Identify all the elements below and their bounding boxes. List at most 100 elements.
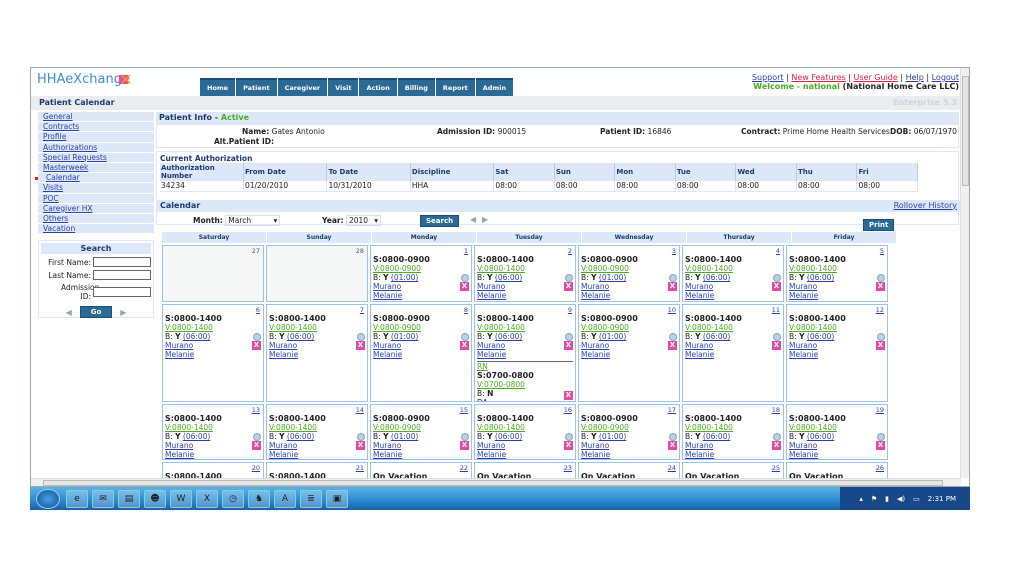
visit-time-link[interactable]: V:0800-1400 (685, 323, 781, 332)
calendar-day-cell[interactable]: 5 S:0800-1400 V:0800-1400 B: Y (06:00) Muran… (786, 245, 888, 302)
delete-visit-icon[interactable]: X (772, 441, 781, 450)
duration-link[interactable]: (06:00) (287, 432, 314, 441)
power-icon[interactable]: ▮ (885, 495, 889, 503)
print-button[interactable]: Print (863, 218, 895, 231)
day-number-link[interactable]: 12 (876, 306, 884, 314)
nav-action[interactable]: Action (359, 78, 397, 96)
caregiver-link[interactable]: Murano (789, 441, 885, 450)
caregiver-link[interactable]: Melanie (581, 291, 677, 300)
flag-icon[interactable]: ⚑ (871, 495, 877, 503)
caregiver-link[interactable]: Murano (685, 441, 781, 450)
calendar-day-cell[interactable]: 14 S:0800-1400 V:0800-1400 B: Y (06:00) Mura… (266, 404, 368, 460)
day-number-link[interactable]: 22 (460, 464, 468, 472)
delete-visit-icon[interactable]: X (356, 341, 365, 350)
caregiver-link[interactable]: Melanie (789, 291, 885, 300)
day-number-link[interactable]: 13 (252, 406, 260, 414)
day-number-link[interactable]: 14 (356, 406, 364, 414)
day-number-link[interactable]: 6 (256, 306, 260, 314)
taskbar-excel-button[interactable]: X (196, 489, 218, 508)
sidebar-item-masterweek[interactable]: Masterweek (38, 162, 154, 174)
duration-link[interactable]: (06:00) (703, 432, 730, 441)
visit-time-link[interactable]: V:0800-1400 (477, 264, 573, 273)
day-number-link[interactable]: 25 (772, 464, 780, 472)
caregiver-link[interactable]: Murano (477, 282, 573, 291)
logout-link[interactable]: Logout (932, 73, 959, 82)
caregiver-link[interactable]: Murano (477, 441, 573, 450)
note-icon[interactable] (253, 433, 261, 441)
duration-link[interactable]: (01:00) (599, 432, 626, 441)
caregiver-link[interactable]: Melanie (477, 450, 573, 459)
delete-visit-icon[interactable]: X (356, 441, 365, 450)
delete-visit-icon[interactable]: X (564, 282, 573, 291)
visit-time-link[interactable]: V:0800-1400 (165, 423, 261, 432)
duration-link[interactable]: (06:00) (703, 273, 730, 282)
delete-visit-icon[interactable]: X (772, 341, 781, 350)
day-number-link[interactable]: 5 (880, 247, 884, 255)
calendar-day-cell[interactable]: 16 S:0800-1400 V:0800-1400 B: Y (06:00) Mura… (474, 404, 576, 460)
sidebar-item-label[interactable]: Authorizations (43, 143, 97, 152)
delete-visit-icon[interactable]: X (668, 282, 677, 291)
calendar-day-cell[interactable]: 4 S:0800-1400 V:0800-1400 B: Y (06:00) Muran… (682, 245, 784, 302)
first-name-input[interactable] (93, 257, 151, 268)
note-icon[interactable] (461, 274, 469, 282)
day-number-link[interactable]: 2 (568, 247, 572, 255)
duration-link[interactable]: (06:00) (183, 432, 210, 441)
delete-visit-icon[interactable]: X (668, 441, 677, 450)
taskbar-messenger-button[interactable]: ☻ (144, 489, 166, 508)
taskbar-aim-button[interactable]: ♞ (248, 489, 270, 508)
nav-home[interactable]: Home (200, 78, 236, 96)
note-icon[interactable] (357, 333, 365, 341)
next-arrow-icon[interactable]: ▶ (120, 308, 126, 317)
support-link[interactable]: Support (752, 73, 784, 82)
duration-link[interactable]: (01:00) (391, 332, 418, 341)
caregiver-link[interactable]: Murano (269, 341, 365, 350)
sidebar-item-profile[interactable]: Profile (38, 132, 154, 143)
delete-visit-icon[interactable]: X (564, 391, 573, 400)
visit-time-link[interactable]: V:0800-1400 (165, 323, 261, 332)
go-button[interactable]: Go (79, 306, 113, 319)
caregiver-link[interactable]: Murano (477, 341, 573, 350)
visit-time-link[interactable]: V:0800-0900 (373, 264, 469, 273)
caregiver-link[interactable]: Melanie (373, 450, 469, 459)
horizontal-scrollbar[interactable] (31, 478, 961, 486)
caregiver-link[interactable]: Melanie (789, 350, 885, 359)
duration-link[interactable]: (01:00) (391, 273, 418, 282)
day-number-link[interactable]: 16 (564, 406, 572, 414)
caregiver-link[interactable]: Melanie (685, 450, 781, 459)
day-number-link[interactable]: 18 (772, 406, 780, 414)
prev-month-icon[interactable]: ◀ (470, 215, 476, 224)
day-number-link[interactable]: 10 (668, 306, 676, 314)
duration-link[interactable]: (06:00) (703, 332, 730, 341)
taskbar-word-button[interactable]: W (170, 489, 192, 508)
sidebar-item-authorizations[interactable]: Authorizations (38, 142, 154, 153)
caregiver-link[interactable]: Murano (685, 282, 781, 291)
sidebar-item-caregiver-hx[interactable]: Caregiver HX (38, 203, 154, 214)
day-number-link[interactable]: 24 (668, 464, 676, 472)
new-features-link[interactable]: New Features (791, 73, 845, 82)
sidebar-item-special-requests[interactable]: Special Requests (38, 152, 154, 163)
caregiver-link[interactable]: Melanie (477, 350, 573, 359)
duration-link[interactable]: (06:00) (495, 273, 522, 282)
sidebar-item-label[interactable]: Special Requests (43, 153, 107, 162)
note-icon[interactable] (773, 333, 781, 341)
sidebar-item-contracts[interactable]: Contracts (38, 122, 154, 133)
calendar-day-cell[interactable]: 9 S:0800-1400 V:0800-1400 B: Y (06:00) Muran… (474, 304, 576, 402)
day-number-link[interactable]: 8 (464, 306, 468, 314)
month-select[interactable]: March ▾ (225, 214, 281, 226)
nav-report[interactable]: Report (435, 78, 475, 96)
day-number-link[interactable]: 28 (356, 247, 364, 255)
sidebar-item-label[interactable]: Visits (43, 183, 63, 192)
caregiver-link[interactable]: Melanie (581, 350, 677, 359)
caregiver-link[interactable]: Murano (789, 282, 885, 291)
duration-link[interactable]: (06:00) (287, 332, 314, 341)
calendar-day-cell[interactable]: 7 S:0800-1400 V:0800-1400 B: Y (06:00) Muran… (266, 304, 368, 402)
sidebar-item-others[interactable]: Others (38, 213, 154, 225)
visit-time-link[interactable]: V:0800-1400 (269, 323, 365, 332)
visit-time-link[interactable]: V:0800-0900 (581, 264, 677, 273)
caregiver-link[interactable]: Melanie (373, 350, 469, 359)
user-guide-link[interactable]: User Guide (854, 73, 898, 82)
caregiver-link[interactable]: Melanie (165, 350, 261, 359)
delete-visit-icon[interactable]: X (876, 282, 885, 291)
note-icon[interactable] (877, 274, 885, 282)
calendar-day-cell[interactable]: 19 S:0800-1400 V:0800-1400 B: Y (06:00) Mura… (786, 404, 888, 460)
